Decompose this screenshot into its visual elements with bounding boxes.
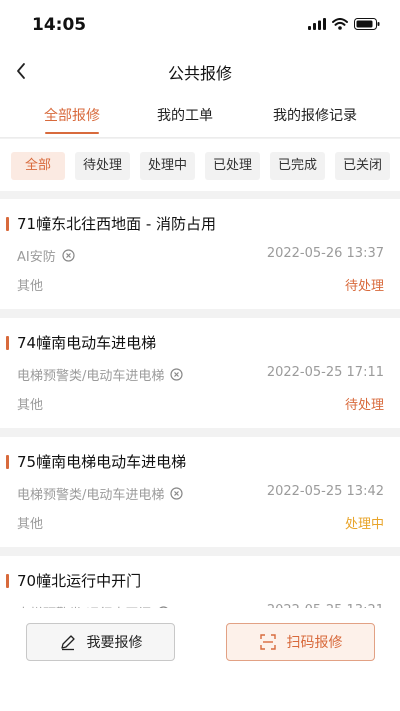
card-status: 待处理 bbox=[344, 398, 384, 413]
close-circle-icon[interactable] bbox=[62, 249, 75, 262]
card-title: 71幢东北往西地面 - 消防占用 bbox=[17, 215, 217, 233]
filter-pending[interactable]: 待处理 bbox=[75, 152, 130, 180]
page-title: 公共报修 bbox=[167, 64, 232, 83]
card-title: 74幢南电动车进电梯 bbox=[17, 334, 157, 352]
close-circle-icon[interactable] bbox=[170, 487, 183, 500]
report-repair-label: 我要报修 bbox=[86, 635, 143, 651]
tab-active-indicator bbox=[45, 132, 99, 134]
filter-processed[interactable]: 已处理 bbox=[205, 152, 260, 180]
card-category: AI安防 bbox=[17, 246, 75, 265]
card-category-text: AI安防 bbox=[17, 250, 56, 265]
filter-all[interactable]: 全部 bbox=[11, 152, 65, 180]
status-filter-bar: 全部 待处理 处理中 已处理 已完成 已关闭 bbox=[0, 139, 400, 191]
signal-icon bbox=[308, 18, 326, 30]
card-time: 2022-05-26 13:37 bbox=[266, 246, 384, 261]
card-type: 其他 bbox=[17, 279, 44, 294]
status-time: 14:05 bbox=[32, 15, 87, 35]
card-time: 2022-05-25 13:42 bbox=[266, 484, 384, 499]
battery-icon bbox=[354, 18, 380, 30]
card-category: 电梯预警类/电动车进电梯 bbox=[17, 484, 183, 503]
scan-icon bbox=[259, 634, 276, 650]
card-type: 其他 bbox=[17, 517, 44, 532]
card-category: 电梯预警类/电动车进电梯 bbox=[17, 365, 183, 384]
card-accent-bar bbox=[6, 217, 9, 231]
filter-closed[interactable]: 已关闭 bbox=[335, 152, 390, 180]
pencil-icon bbox=[60, 635, 75, 651]
card-accent-bar bbox=[6, 336, 9, 350]
repair-card[interactable]: 71幢东北往西地面 - 消防占用 AI安防 2022-05-26 13:37 其… bbox=[0, 199, 400, 309]
tab-my-work-orders[interactable]: 我的工单 bbox=[157, 105, 213, 125]
card-title: 75幢南电梯电动车进电梯 bbox=[17, 453, 187, 471]
card-accent-bar bbox=[6, 574, 9, 588]
tab-my-repair-records[interactable]: 我的报修记录 bbox=[273, 105, 357, 125]
tab-bar: 全部报修 我的工单 我的报修记录 bbox=[0, 92, 400, 138]
card-status: 待处理 bbox=[344, 279, 384, 294]
scan-repair-label: 扫码报修 bbox=[286, 635, 343, 651]
close-circle-icon[interactable] bbox=[170, 368, 183, 381]
report-repair-button[interactable]: 我要报修 bbox=[26, 623, 175, 661]
filter-in-progress[interactable]: 处理中 bbox=[140, 152, 195, 180]
filter-completed[interactable]: 已完成 bbox=[270, 152, 325, 180]
card-time: 2022-05-25 17:11 bbox=[266, 365, 384, 380]
card-accent-bar bbox=[6, 455, 9, 469]
card-category-text: 电梯预警类/电动车进电梯 bbox=[17, 369, 165, 384]
nav-bar: 公共报修 bbox=[0, 50, 400, 92]
status-icons bbox=[308, 17, 380, 31]
tab-all-repairs[interactable]: 全部报修 bbox=[44, 105, 100, 125]
repair-card[interactable]: 74幢南电动车进电梯 电梯预警类/电动车进电梯 2022-05-25 17:11… bbox=[0, 318, 400, 428]
scan-repair-button[interactable]: 扫码报修 bbox=[226, 623, 375, 661]
repair-card[interactable]: 75幢南电梯电动车进电梯 电梯预警类/电动车进电梯 2022-05-25 13:… bbox=[0, 437, 400, 547]
card-status: 处理中 bbox=[344, 517, 384, 532]
card-category-text: 电梯预警类/电动车进电梯 bbox=[17, 488, 165, 503]
card-title: 70幢北运行中开门 bbox=[17, 572, 142, 590]
card-type: 其他 bbox=[17, 398, 44, 413]
bottom-action-bar: 我要报修 扫码报修 bbox=[0, 608, 400, 711]
status-bar: 14:05 bbox=[0, 0, 400, 50]
wifi-icon bbox=[332, 18, 348, 30]
